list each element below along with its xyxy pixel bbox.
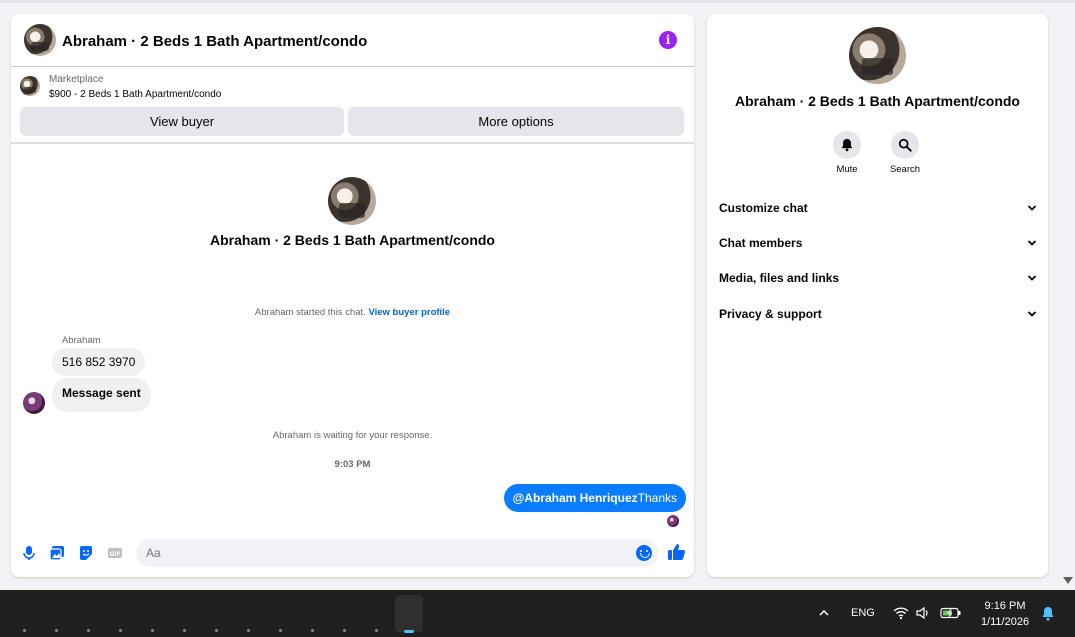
scrollbar-down-arrow[interactable] bbox=[1063, 577, 1073, 584]
gif-icon[interactable]: GIF bbox=[106, 545, 124, 563]
wifi-icon[interactable] bbox=[893, 590, 909, 637]
outgoing-message[interactable]: @Abraham HenriquezThanks bbox=[503, 484, 686, 512]
mention[interactable]: @Abraham Henriquez bbox=[513, 491, 638, 505]
sender-name: Abraham bbox=[62, 335, 101, 346]
more-options-button[interactable]: More options bbox=[348, 107, 684, 136]
incoming-message[interactable]: Message sent bbox=[52, 378, 151, 412]
chevron-down-icon bbox=[1027, 275, 1037, 281]
profile-title: Abraham · 2 Beds 1 Bath Apartment/condo bbox=[735, 93, 1020, 109]
bell-icon bbox=[841, 138, 853, 152]
language-indicator[interactable]: ENG bbox=[851, 590, 875, 637]
chat-started-text: Abraham started this chat. bbox=[254, 307, 366, 318]
taskbar-app-active[interactable] bbox=[395, 595, 423, 632]
taskbar-dot bbox=[375, 629, 378, 632]
incoming-message[interactable]: 516 852 3970 bbox=[52, 348, 146, 376]
row-label: Chat members bbox=[719, 236, 803, 250]
search-label: Search bbox=[889, 164, 921, 175]
waiting-notice: Abraham is waiting for your response. bbox=[272, 430, 433, 441]
conversation-title: Abraham · 2 Beds 1 Bath Apartment/condo bbox=[210, 232, 495, 248]
svg-text:GIF: GIF bbox=[109, 551, 120, 558]
customize-chat-row[interactable]: Customize chat bbox=[719, 198, 1037, 218]
notification-bell-icon[interactable] bbox=[1041, 606, 1055, 622]
media-files-links-row[interactable]: Media, files and links bbox=[719, 268, 1037, 288]
chevron-down-icon bbox=[1027, 311, 1037, 317]
row-label: Media, files and links bbox=[719, 271, 840, 285]
chat-started-notice: Abraham started this chat. View buyer pr… bbox=[11, 307, 694, 318]
marketplace-label: Marketplace bbox=[49, 74, 104, 85]
composer: GIF bbox=[11, 537, 694, 577]
info-icon[interactable]: i bbox=[659, 31, 677, 49]
chevron-up-icon[interactable] bbox=[818, 590, 830, 637]
message-input[interactable] bbox=[136, 539, 658, 567]
taskbar-dot bbox=[87, 629, 90, 632]
profile-avatar[interactable] bbox=[849, 27, 906, 84]
clock-time: 9:16 PM bbox=[984, 600, 1026, 612]
outgoing-message-text: Thanks bbox=[637, 491, 677, 505]
volume-icon[interactable] bbox=[915, 590, 931, 637]
taskbar-clock[interactable]: 9:16 PM 1/11/2026 bbox=[975, 598, 1035, 630]
taskbar-dot bbox=[183, 629, 186, 632]
marketplace-listing-bar: Marketplace $900 - 2 Beds 1 Bath Apartme… bbox=[11, 68, 694, 144]
taskbar-dot bbox=[119, 629, 122, 632]
view-buyer-button[interactable]: View buyer bbox=[20, 107, 344, 136]
emoji-icon[interactable] bbox=[636, 545, 652, 561]
window-top-border bbox=[0, 0, 1075, 3]
taskbar-dot bbox=[55, 629, 58, 632]
chat-panel: Abraham · 2 Beds 1 Bath Apartment/condo … bbox=[11, 14, 694, 577]
chevron-down-icon bbox=[1027, 240, 1037, 246]
taskbar-dot bbox=[311, 629, 314, 632]
seen-indicator-avatar bbox=[667, 515, 679, 527]
mute-button[interactable] bbox=[833, 131, 861, 159]
row-label: Customize chat bbox=[719, 201, 808, 215]
search-action[interactable]: Search bbox=[885, 131, 925, 175]
clock-date: 1/11/2026 bbox=[980, 616, 1030, 628]
search-button[interactable] bbox=[891, 131, 919, 159]
mute-action[interactable]: Mute bbox=[827, 131, 867, 175]
battery-icon[interactable] bbox=[940, 590, 962, 637]
taskbar-dot bbox=[151, 629, 154, 632]
sender-avatar[interactable] bbox=[23, 392, 45, 414]
like-icon[interactable] bbox=[667, 542, 687, 562]
chat-members-row[interactable]: Chat members bbox=[719, 233, 1037, 253]
chat-title[interactable]: Abraham · 2 Beds 1 Bath Apartment/condo bbox=[62, 33, 367, 50]
conversation-avatar bbox=[328, 177, 376, 225]
listing-title[interactable]: $900 - 2 Beds 1 Bath Apartment/condo bbox=[49, 89, 221, 100]
taskbar-dot bbox=[343, 629, 346, 632]
chat-avatar[interactable] bbox=[24, 24, 56, 56]
mute-label: Mute bbox=[836, 164, 858, 175]
chat-info-panel: Abraham · 2 Beds 1 Bath Apartment/condo … bbox=[707, 14, 1048, 577]
listing-thumbnail[interactable] bbox=[20, 76, 40, 96]
taskbar: ENG 9:16 PM 1/11/2026 bbox=[0, 590, 1075, 637]
taskbar-active-indicator bbox=[404, 630, 414, 633]
chevron-down-icon bbox=[1027, 205, 1037, 211]
search-icon bbox=[898, 138, 912, 152]
taskbar-dot bbox=[215, 629, 218, 632]
chat-header: Abraham · 2 Beds 1 Bath Apartment/condo … bbox=[11, 14, 694, 67]
taskbar-dot bbox=[279, 629, 282, 632]
message-timestamp: 9:03 PM bbox=[334, 459, 371, 470]
privacy-support-row[interactable]: Privacy & support bbox=[719, 304, 1037, 324]
microphone-icon[interactable] bbox=[20, 545, 38, 563]
sticker-icon[interactable] bbox=[77, 545, 95, 563]
photo-icon[interactable] bbox=[48, 545, 66, 563]
taskbar-dot bbox=[247, 629, 250, 632]
row-label: Privacy & support bbox=[719, 307, 822, 321]
view-buyer-profile-link[interactable]: View buyer profile bbox=[368, 307, 450, 318]
taskbar-dot bbox=[23, 629, 26, 632]
